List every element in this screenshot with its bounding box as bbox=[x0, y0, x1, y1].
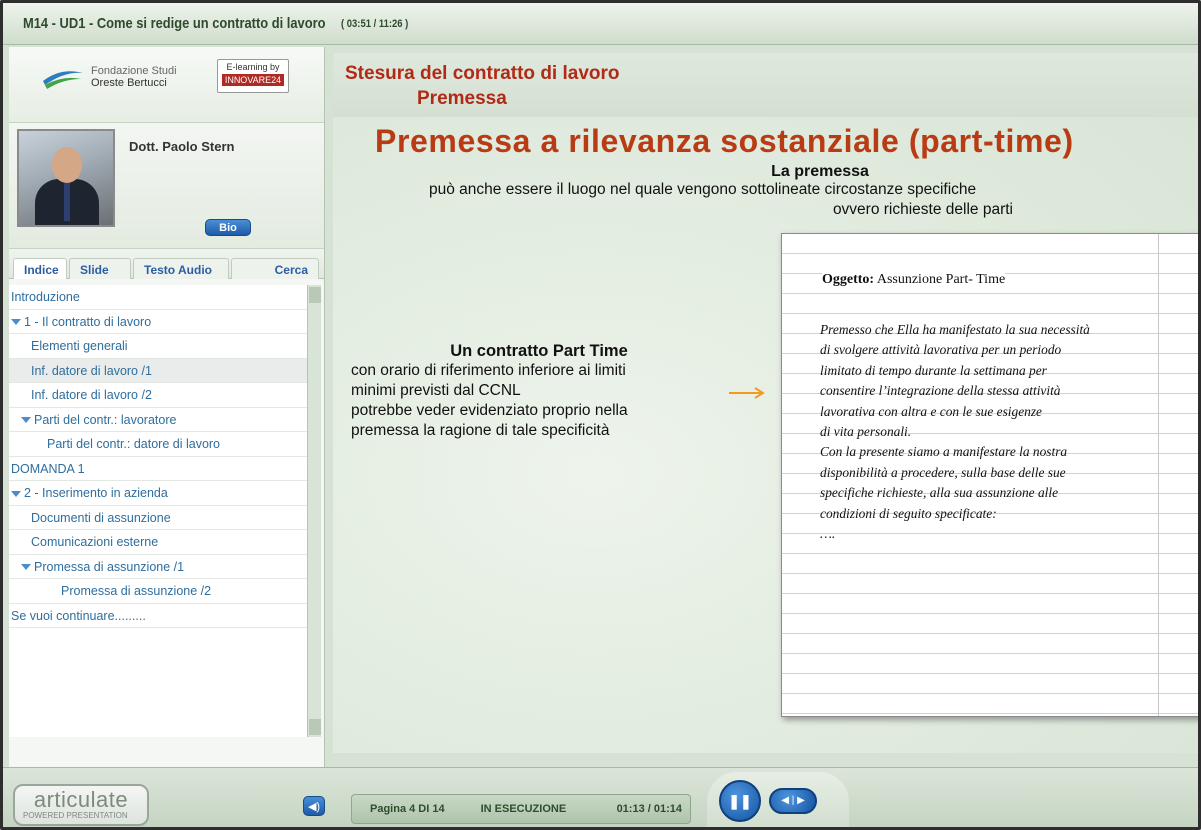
presenter-name: Dott. Paolo Stern bbox=[129, 139, 235, 154]
toc-item-label: Introduzione bbox=[11, 290, 80, 304]
toc-item[interactable]: Se vuoi continuare......... bbox=[9, 604, 309, 628]
toc-item[interactable]: Elementi generali bbox=[9, 334, 309, 359]
slide-subtitle-heading: La premessa bbox=[771, 163, 869, 180]
toc-item[interactable]: Inf. datore di lavoro /2 bbox=[9, 383, 309, 408]
logos-area: Fondazione Studi Oreste Bertucci E-learn… bbox=[9, 47, 324, 123]
letter-body: Premesso che Ella ha manifestato la sua … bbox=[820, 320, 1198, 544]
toc-item[interactable]: Promessa di assunzione /1 bbox=[9, 555, 309, 579]
toc-item-label: Promessa di assunzione /2 bbox=[61, 584, 212, 598]
playback-state: IN ESECUZIONE bbox=[480, 803, 567, 815]
letter-line: condizioni di seguito specificate: bbox=[820, 505, 997, 521]
letter-line: disponibilità a procedere, sulla base de… bbox=[820, 464, 1066, 480]
articulate-brand: articulate bbox=[33, 787, 129, 812]
articulate-logo: articulate POWERED PRESENTATION bbox=[13, 784, 149, 826]
player-bar: articulate POWERED PRESENTATION ◀) Pagin… bbox=[3, 767, 1198, 827]
slide-subtitle-line1: può anche essere il luogo nel quale veng… bbox=[429, 181, 977, 198]
letter-sheet: Oggetto: Assunzione Part- Time Premesso … bbox=[781, 233, 1198, 717]
page-indicator: Pagina 4 DI 14 bbox=[370, 803, 445, 815]
innovare-logo: E-learning by INNOVARE24 bbox=[217, 59, 289, 93]
expand-arrow-icon[interactable] bbox=[21, 564, 31, 571]
slide-title: Premessa a rilevanza sostanziale (part-t… bbox=[375, 123, 1074, 159]
toc-item-label: Comunicazioni esterne bbox=[31, 535, 159, 549]
part-time-note: Un contratto Part Time con orario di rif… bbox=[351, 341, 731, 441]
letter-line: lavorativa con altra e con le sue esigen… bbox=[820, 403, 1043, 419]
course-time: ( 03:51 / 11:26 ) bbox=[340, 17, 409, 30]
expand-arrow-icon[interactable] bbox=[11, 490, 21, 497]
tab-slide[interactable]: Slide bbox=[69, 258, 131, 279]
part-time-note-line: premessa la ragione di tale specificità bbox=[351, 422, 610, 439]
elearning-label: E-learning by bbox=[226, 62, 280, 72]
letter-subject-label: Oggetto: bbox=[822, 272, 875, 287]
toc-item[interactable]: Introduzione bbox=[9, 285, 309, 310]
bio-button[interactable]: Bio bbox=[205, 219, 251, 236]
expand-arrow-icon[interactable] bbox=[11, 319, 21, 326]
fondazione-logo-icon bbox=[43, 71, 83, 89]
part-time-note-line: minimi previsti dal CCNL bbox=[351, 382, 521, 399]
letter-line: Premesso che Ella ha manifestato la sua … bbox=[820, 322, 1090, 337]
tab-cerca[interactable]: Cerca bbox=[231, 258, 319, 279]
prev-next-icon[interactable]: ◀ | ▶ bbox=[769, 788, 817, 814]
toc-item-label: Promessa di assunzione /1 bbox=[34, 559, 185, 574]
letter-line: Con la presente siamo a manifestare la n… bbox=[820, 444, 1068, 460]
arrow-right-icon bbox=[729, 387, 765, 399]
scroll-up-button[interactable] bbox=[309, 287, 321, 303]
toc-scrollbar[interactable] bbox=[307, 285, 321, 737]
tab-testo-audio[interactable]: Testo Audio bbox=[133, 258, 229, 279]
tab-indice[interactable]: Indice bbox=[13, 258, 67, 279]
toc-item-label: DOMANDA 1 bbox=[11, 461, 85, 476]
app-window: M14 - UD1 - Come si redige un contratto … bbox=[0, 0, 1201, 830]
letter-line: …. bbox=[820, 526, 836, 542]
letter-line: limitato di tempo durante la settimana p… bbox=[820, 362, 1047, 378]
letter-line: specifiche richieste, alla sua assunzion… bbox=[820, 485, 1059, 501]
toc-item[interactable]: Promessa di assunzione /2 bbox=[9, 579, 309, 604]
expand-arrow-icon[interactable] bbox=[21, 417, 31, 424]
presenter-area: Dott. Paolo Stern Bio bbox=[9, 123, 324, 249]
toc-item-label: Documenti di assunzione bbox=[31, 510, 171, 525]
fondazione-line2: Oreste Bertucci bbox=[91, 77, 167, 89]
presenter-photo bbox=[17, 129, 115, 227]
toc-item[interactable]: 2 - Inserimento in azienda bbox=[9, 481, 309, 506]
slide-time: 01:13 / 01:14 bbox=[616, 803, 682, 815]
letter-line: di vita personali. bbox=[820, 424, 912, 440]
toc-item-label: Inf. datore di lavoro /2 bbox=[31, 388, 152, 402]
toc-item[interactable]: Documenti di assunzione bbox=[9, 506, 309, 530]
toc-item[interactable]: Parti del contr.: lavoratore bbox=[9, 408, 309, 432]
toc-item-label: 1 - Il contratto di lavoro bbox=[24, 314, 152, 329]
tab-bar: Indice Slide Testo Audio Cerca bbox=[9, 249, 324, 279]
part-time-note-line: potrebbe veder evidenziato proprio nella bbox=[351, 402, 628, 419]
toc-item-label: Se vuoi continuare......... bbox=[11, 608, 146, 623]
course-title: M14 - UD1 - Come si redige un contratto … bbox=[23, 15, 326, 32]
slide-section-title: Stesura del contratto di lavoro bbox=[345, 63, 620, 84]
letter-line: consentire l’integrazione della stessa a… bbox=[820, 383, 1061, 399]
toc-list: Introduzione 1 - Il contratto di lavoro … bbox=[9, 285, 309, 737]
title-bar: M14 - UD1 - Come si redige un contratto … bbox=[3, 3, 1198, 45]
toc-item-label: Parti del contr.: datore di lavoro bbox=[47, 437, 221, 451]
elearning-brand: INNOVARE24 bbox=[222, 74, 284, 86]
slide-header: Stesura del contratto di lavoro Premessa bbox=[333, 53, 1198, 117]
speaker-icon[interactable]: ◀) bbox=[303, 796, 325, 816]
slide-subtitle-line2: ovvero richieste delle parti bbox=[832, 201, 1013, 218]
articulate-sub: POWERED PRESENTATION bbox=[23, 811, 128, 820]
scroll-down-button[interactable] bbox=[309, 719, 321, 735]
fondazione-line1: Fondazione Studi bbox=[91, 65, 177, 77]
slide-subsection-title: Premessa bbox=[417, 88, 507, 109]
toc-item-selected[interactable]: Inf. datore di lavoro /1 bbox=[9, 358, 309, 383]
part-time-note-title: Un contratto Part Time bbox=[450, 342, 628, 360]
letter-line: di svolgere attività lavorativa per un p… bbox=[820, 342, 1062, 358]
toc-item[interactable]: 1 - Il contratto di lavoro bbox=[9, 310, 309, 334]
toc-item-label: Elementi generali bbox=[31, 339, 128, 353]
toc-item[interactable]: Parti del contr.: datore di lavoro bbox=[9, 432, 309, 457]
toc-item[interactable]: DOMANDA 1 bbox=[9, 457, 309, 481]
letter-subject: Oggetto: Assunzione Part- Time bbox=[822, 272, 1006, 288]
toc-item-label: Inf. datore di lavoro /1 bbox=[31, 363, 152, 378]
toc-item-label: Parti del contr.: lavoratore bbox=[34, 412, 177, 427]
toc-item[interactable]: Comunicazioni esterne bbox=[9, 530, 309, 555]
slide-area: Stesura del contratto di lavoro Premessa… bbox=[333, 53, 1198, 753]
fondazione-name: Fondazione Studi Oreste Bertucci bbox=[91, 65, 177, 89]
pause-icon[interactable]: ❚❚ bbox=[719, 780, 761, 822]
status-panel: Pagina 4 DI 14 IN ESECUZIONE 01:13 / 01:… bbox=[351, 794, 691, 824]
toc-item-label: 2 - Inserimento in azienda bbox=[24, 486, 168, 500]
letter-subject-value: Assunzione Part- Time bbox=[876, 272, 1006, 287]
part-time-note-line: con orario di riferimento inferiore ai l… bbox=[351, 362, 626, 379]
